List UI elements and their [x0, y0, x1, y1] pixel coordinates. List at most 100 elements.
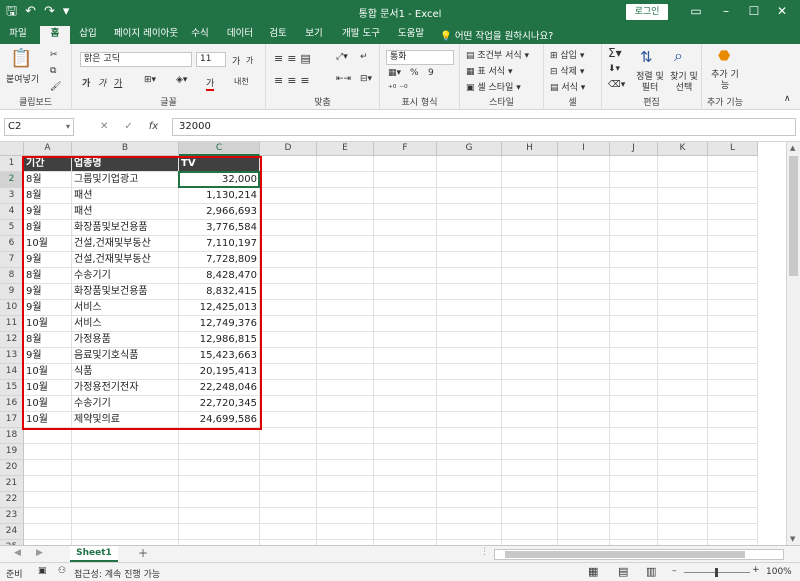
login-button[interactable]: 로그인	[626, 4, 668, 20]
cell-d20[interactable]	[260, 460, 317, 476]
page-break-view-icon[interactable]: ▥	[646, 565, 656, 578]
cell-b17[interactable]: 제약및의료	[72, 412, 179, 428]
column-header-c[interactable]: C	[179, 142, 260, 156]
cell-d19[interactable]	[260, 444, 317, 460]
cell-i9[interactable]	[558, 284, 610, 300]
underline-button[interactable]: 가	[114, 76, 122, 89]
comma-button[interactable]: 9	[428, 68, 434, 78]
cell-b7[interactable]: 건설,건재및부동산	[72, 252, 179, 268]
cell-styles-button[interactable]: ▣ 셀 스타일 ▾	[466, 80, 521, 93]
cell-j23[interactable]	[610, 508, 658, 524]
cell-f3[interactable]	[374, 188, 437, 204]
cell-f15[interactable]	[374, 380, 437, 396]
row-header-11[interactable]: 11	[0, 316, 24, 332]
cell-a3[interactable]: 8월	[24, 188, 72, 204]
cell-k23[interactable]	[658, 508, 708, 524]
cell-i14[interactable]	[558, 364, 610, 380]
cell-c11[interactable]: 12,749,376	[179, 316, 260, 332]
sheet-prev-icon[interactable]: ◀	[14, 548, 21, 558]
cell-e20[interactable]	[317, 460, 374, 476]
tab-developer[interactable]: 개발 도구	[336, 27, 386, 44]
cell-d13[interactable]	[260, 348, 317, 364]
cell-j11[interactable]	[610, 316, 658, 332]
cell-b21[interactable]	[72, 476, 179, 492]
cell-b14[interactable]: 식품	[72, 364, 179, 380]
cell-g12[interactable]	[437, 332, 502, 348]
cell-i4[interactable]	[558, 204, 610, 220]
cell-e21[interactable]	[317, 476, 374, 492]
cell-d2[interactable]	[260, 172, 317, 188]
cell-h23[interactable]	[502, 508, 558, 524]
cell-h9[interactable]	[502, 284, 558, 300]
cell-h13[interactable]	[502, 348, 558, 364]
cell-i3[interactable]	[558, 188, 610, 204]
cell-h2[interactable]	[502, 172, 558, 188]
cell-e16[interactable]	[317, 396, 374, 412]
cell-g3[interactable]	[437, 188, 502, 204]
cell-f1[interactable]	[374, 156, 437, 172]
delete-cells-button[interactable]: ⊟ 삭제 ▾	[550, 64, 584, 77]
cell-j14[interactable]	[610, 364, 658, 380]
cell-a9[interactable]: 9월	[24, 284, 72, 300]
column-header-l[interactable]: L	[708, 142, 758, 156]
cell-h21[interactable]	[502, 476, 558, 492]
cell-j8[interactable]	[610, 268, 658, 284]
cell-d14[interactable]	[260, 364, 317, 380]
cell-i1[interactable]	[558, 156, 610, 172]
wrap-text-icon[interactable]: ↵	[360, 52, 368, 62]
cell-a6[interactable]: 10월	[24, 236, 72, 252]
sheet-next-icon[interactable]: ▶	[36, 548, 43, 558]
cell-g23[interactable]	[437, 508, 502, 524]
cell-j5[interactable]	[610, 220, 658, 236]
row-header-5[interactable]: 5	[0, 220, 24, 236]
cell-l3[interactable]	[708, 188, 758, 204]
cell-h10[interactable]	[502, 300, 558, 316]
cell-a24[interactable]	[24, 524, 72, 540]
cell-i16[interactable]	[558, 396, 610, 412]
cell-b22[interactable]	[72, 492, 179, 508]
cell-d18[interactable]	[260, 428, 317, 444]
cell-b24[interactable]	[72, 524, 179, 540]
cell-f20[interactable]	[374, 460, 437, 476]
cell-l13[interactable]	[708, 348, 758, 364]
cell-d10[interactable]	[260, 300, 317, 316]
cell-j3[interactable]	[610, 188, 658, 204]
insert-function-icon[interactable]: fx	[149, 121, 158, 132]
cell-b10[interactable]: 서비스	[72, 300, 179, 316]
shrink-font-button[interactable]: 가	[246, 55, 253, 66]
sheet-tab-sheet1[interactable]: Sheet1	[70, 546, 118, 562]
font-size-dropdown[interactable]: 11	[196, 52, 226, 67]
cell-d12[interactable]	[260, 332, 317, 348]
cell-a20[interactable]	[24, 460, 72, 476]
cell-l5[interactable]	[708, 220, 758, 236]
cell-e3[interactable]	[317, 188, 374, 204]
cell-g22[interactable]	[437, 492, 502, 508]
cell-i17[interactable]	[558, 412, 610, 428]
cell-g14[interactable]	[437, 364, 502, 380]
column-header-i[interactable]: I	[558, 142, 610, 156]
cell-h7[interactable]	[502, 252, 558, 268]
cell-c15[interactable]: 22,248,046	[179, 380, 260, 396]
cell-c22[interactable]	[179, 492, 260, 508]
decimal-icons[interactable]: ⁺⁰ ⁻⁰	[388, 84, 408, 94]
cell-l20[interactable]	[708, 460, 758, 476]
cell-j10[interactable]	[610, 300, 658, 316]
accounting-format-icon[interactable]: ▦▾	[388, 68, 401, 78]
cell-k20[interactable]	[658, 460, 708, 476]
cell-j1[interactable]	[610, 156, 658, 172]
cell-l15[interactable]	[708, 380, 758, 396]
cell-i6[interactable]	[558, 236, 610, 252]
cell-i18[interactable]	[558, 428, 610, 444]
cell-i2[interactable]	[558, 172, 610, 188]
format-painter-icon[interactable]: 🖌	[50, 82, 61, 92]
cell-d8[interactable]	[260, 268, 317, 284]
sort-filter-icon[interactable]: ⇅	[640, 48, 653, 66]
zoom-in-icon[interactable]: +	[752, 565, 760, 575]
cell-l14[interactable]	[708, 364, 758, 380]
cell-k10[interactable]	[658, 300, 708, 316]
tab-review[interactable]: 검토	[264, 27, 292, 44]
cell-c9[interactable]: 8,832,415	[179, 284, 260, 300]
cell-i13[interactable]	[558, 348, 610, 364]
row-header-13[interactable]: 13	[0, 348, 24, 364]
cell-c6[interactable]: 7,110,197	[179, 236, 260, 252]
